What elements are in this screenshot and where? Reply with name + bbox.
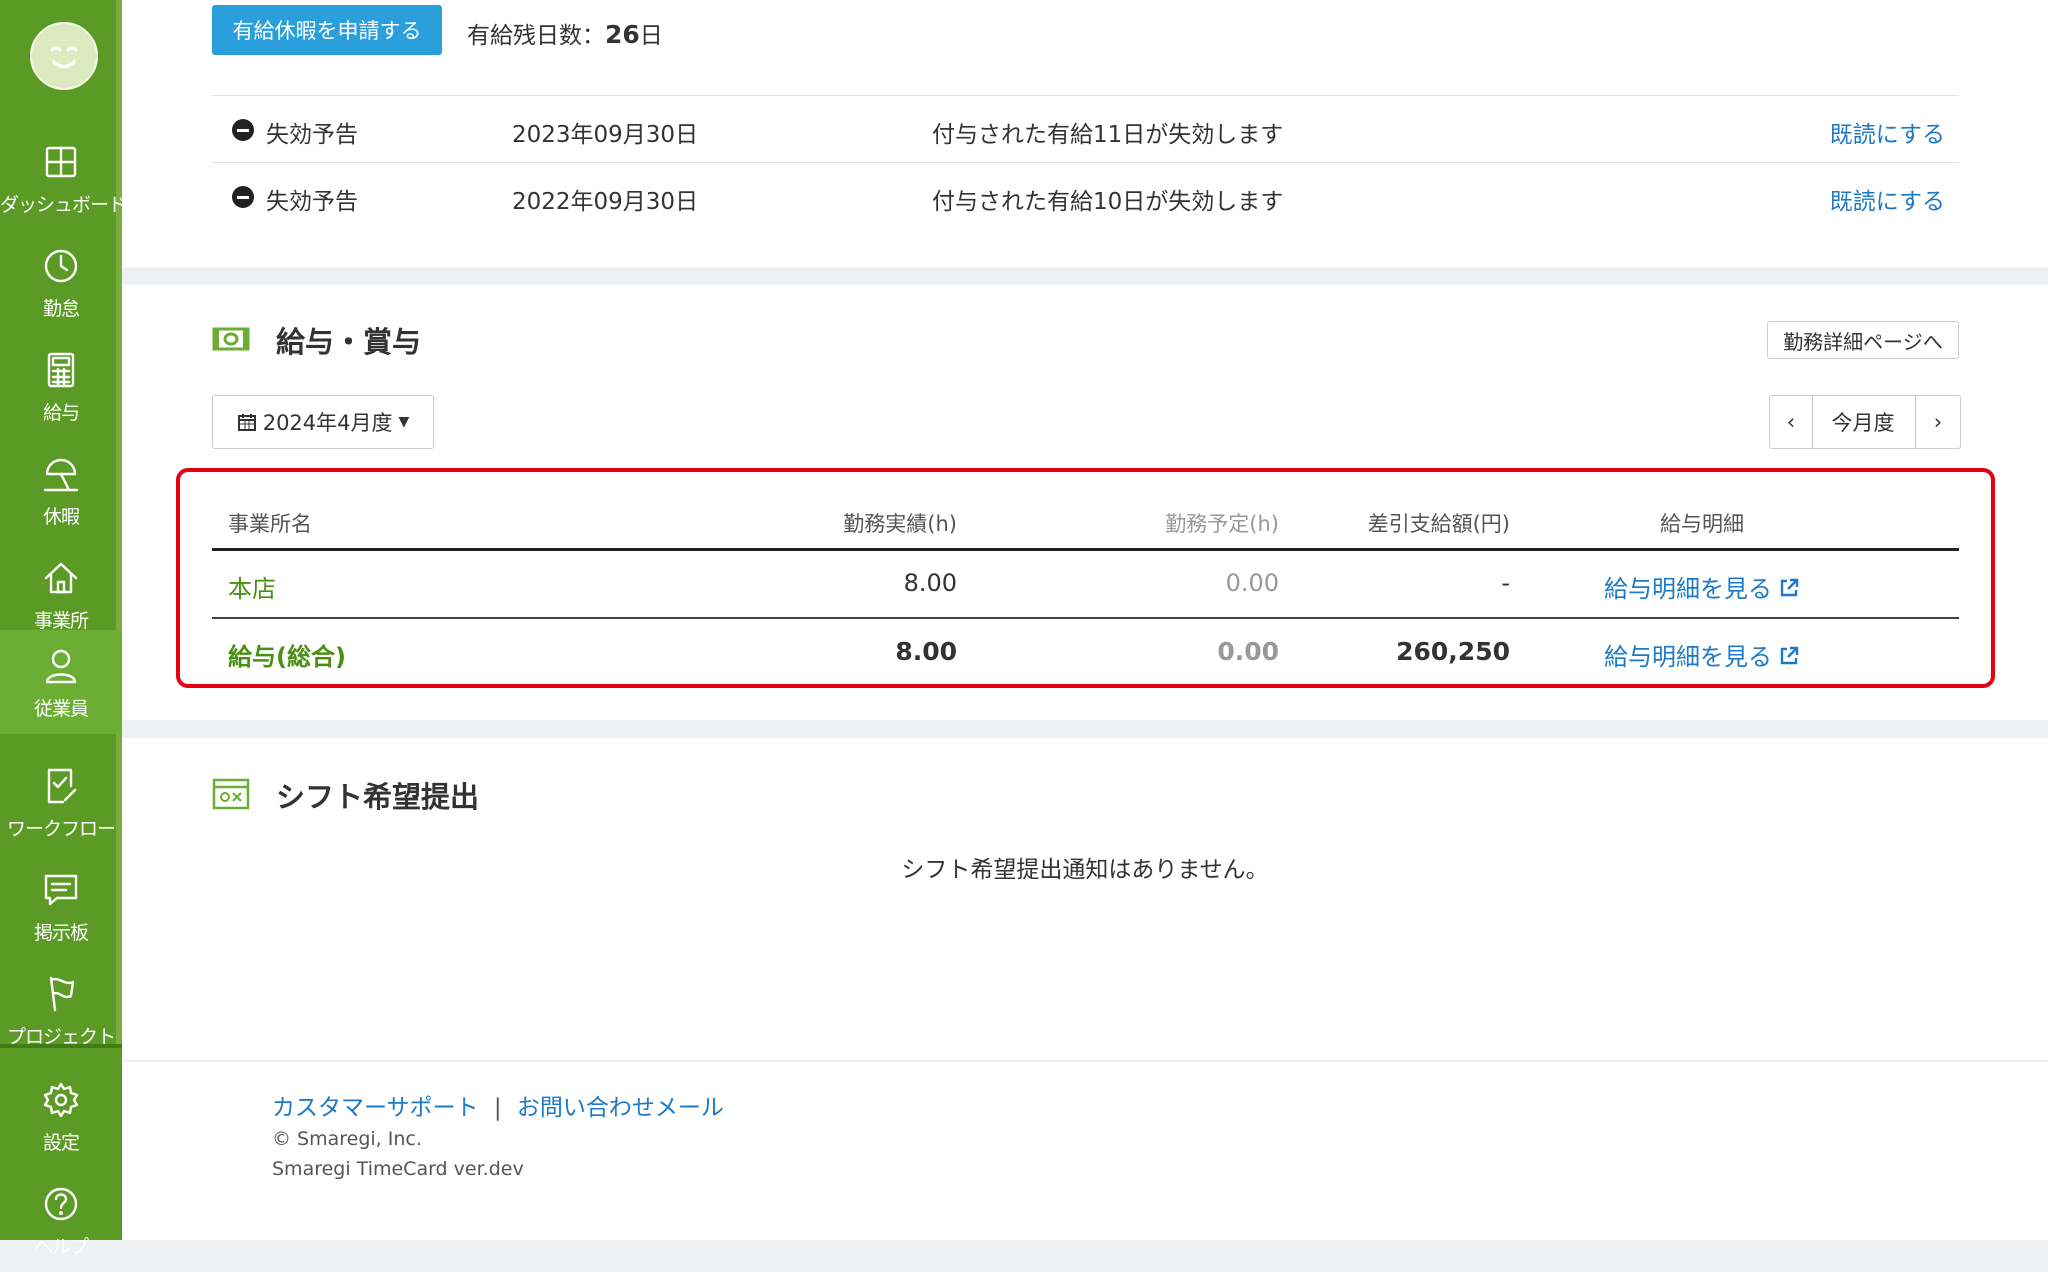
sidebar-item-label: ダッシュボード: [0, 194, 127, 216]
sidebar-item-dashboard[interactable]: ダッシュボード: [0, 126, 127, 230]
sidebar-item-label: 従業員: [33, 698, 89, 720]
calculator-icon: [41, 350, 81, 390]
remaining-label: 有給残日数：: [467, 23, 605, 49]
notice-date: 2022年09月30日: [512, 189, 699, 215]
footer: カスタマーサポート | お問い合わせメール © Smaregi, Inc. Sm…: [122, 1062, 2048, 1240]
month-selector-label: 2024年4月度: [262, 411, 393, 435]
sidebar-item-board[interactable]: 掲示板: [0, 854, 122, 958]
sidebar-item-help[interactable]: ヘルプ: [0, 1168, 122, 1272]
sidebar: ダッシュボード 勤怠 給与 休暇 事業所 従業員 ワークフロー 掲示板 プロジェ…: [0, 0, 127, 1258]
sidebar-item-label: 勤怠: [42, 298, 80, 320]
clock-icon: [41, 246, 81, 286]
section-title-text: シフト希望提出: [276, 780, 480, 814]
checklist-icon: [41, 766, 81, 806]
caret-down-icon: ▼: [398, 414, 410, 430]
sidebar-item-attendance[interactable]: 勤怠: [0, 230, 122, 334]
shift-panel: シフト希望提出 シフト希望提出通知はありません。: [122, 738, 2048, 1060]
message-icon: [41, 870, 81, 910]
calendar-icon: [237, 412, 257, 432]
sidebar-item-label: 休暇: [42, 506, 80, 528]
sidebar-item-employee[interactable]: 従業員: [0, 630, 122, 734]
sidebar-item-leave[interactable]: 休暇: [0, 438, 122, 542]
sidebar-item-label: 設定: [42, 1132, 80, 1154]
sidebar-item-label: ヘルプ: [33, 1236, 89, 1258]
mark-read-link[interactable]: 既読にする: [1830, 115, 1945, 149]
month-selector[interactable]: 2024年4月度 ▼: [212, 395, 434, 449]
footer-links: カスタマーサポート | お問い合わせメール: [272, 1088, 724, 1122]
remaining-leave: 有給残日数：26日: [467, 16, 663, 50]
current-month-button[interactable]: 今月度: [1813, 396, 1913, 448]
copyright: © Smaregi, Inc.: [272, 1128, 422, 1150]
help-icon: [41, 1184, 81, 1224]
shift-empty-message: シフト希望提出通知はありません。: [901, 857, 1269, 883]
notice-date: 2023年09月30日: [512, 122, 699, 148]
mark-read-link[interactable]: 既読にする: [1830, 182, 1945, 216]
section-title-text: 給与・賞与: [276, 325, 422, 359]
home-icon: [41, 558, 81, 598]
sidebar-item-label: 掲示板: [33, 922, 89, 944]
sidebar-item-label: 給与: [42, 402, 80, 424]
sidebar-divider: [0, 1044, 122, 1048]
work-detail-button[interactable]: 勤務詳細ページへ: [1767, 321, 1959, 359]
sidebar-item-label: 事業所: [33, 610, 89, 632]
sidebar-item-salary[interactable]: 給与: [0, 334, 122, 438]
money-icon: [212, 321, 250, 355]
notice-row: 失効予告 2023年09月30日 付与された有給11日が失効します 既読にする: [212, 95, 1959, 163]
sidebar-item-workflow[interactable]: ワークフロー: [0, 750, 122, 854]
main-content: 有給休暇を申請する 有給残日数：26日 失効予告 2023年09月30日 付与さ…: [122, 0, 2048, 1240]
calendar-check-icon: [212, 776, 250, 810]
minus-circle-icon: [232, 119, 254, 141]
notice-message: 付与された有給11日が失効します: [932, 122, 1284, 148]
beach-umbrella-icon: [41, 454, 81, 494]
prev-month-button[interactable]: ‹: [1770, 396, 1813, 448]
month-pager: ‹ 今月度 ›: [1769, 395, 1961, 449]
remaining-value: 26: [605, 20, 640, 49]
sidebar-item-label: ワークフロー: [6, 818, 116, 840]
notice-type: 失効予告: [266, 122, 358, 148]
contact-mail-link[interactable]: お問い合わせメール: [517, 1095, 724, 1121]
customer-support-link[interactable]: カスタマーサポート: [272, 1095, 479, 1121]
minus-circle-icon: [232, 186, 254, 208]
highlight-box: [176, 468, 1995, 688]
sidebar-item-settings[interactable]: 設定: [0, 1064, 122, 1168]
footer-divider: |: [493, 1095, 502, 1121]
apply-leave-button[interactable]: 有給休暇を申請する: [212, 5, 442, 55]
next-month-button[interactable]: ›: [1915, 396, 1960, 448]
dashboard-icon: [41, 142, 81, 182]
notice-type: 失効予告: [266, 189, 358, 215]
avatar[interactable]: [30, 22, 98, 90]
user-icon: [41, 646, 81, 686]
notice-message: 付与された有給10日が失効します: [932, 189, 1284, 215]
smiley-icon: [50, 46, 78, 68]
app-version: Smaregi TimeCard ver.dev: [272, 1158, 524, 1180]
leave-panel: 有給休暇を申請する 有給残日数：26日 失効予告 2023年09月30日 付与さ…: [122, 0, 2048, 267]
gear-icon: [41, 1080, 81, 1120]
flag-icon: [41, 974, 81, 1014]
remaining-unit: 日: [639, 23, 663, 49]
notice-row: 失効予告 2022年09月30日 付与された有給10日が失効します 既読にする: [212, 162, 1959, 230]
